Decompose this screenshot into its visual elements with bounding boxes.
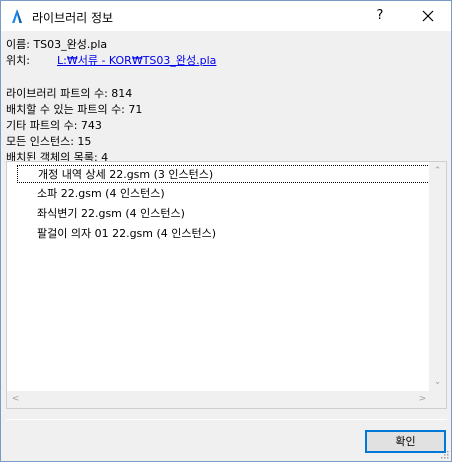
- window-title: 라이브러리 정보: [32, 11, 114, 25]
- scroll-up-icon[interactable]: ⌃: [429, 166, 446, 176]
- divider: [6, 419, 447, 420]
- library-name: 이름: TS03_완성.pla: [6, 38, 108, 51]
- library-parts-count: 라이브러리 파트의 수: 814: [6, 87, 133, 100]
- placed-objects-list[interactable]: 개정 내역 상세 22.gsm (3 인스턴스) 소파 22.gsm (4 인스…: [6, 161, 447, 409]
- scroll-left-icon[interactable]: <: [7, 394, 24, 404]
- list-item[interactable]: 개정 내역 상세 22.gsm (3 인스턴스): [17, 165, 432, 183]
- ok-button[interactable]: 확인: [365, 430, 446, 453]
- close-icon[interactable]: [413, 4, 443, 28]
- list-item[interactable]: 소파 22.gsm (4 인스턴스): [17, 185, 165, 203]
- title-bar: 라이브러리 정보 ?: [1, 1, 451, 31]
- vertical-scrollbar[interactable]: ⌃ ⌄: [429, 162, 446, 391]
- location-link[interactable]: L:₩서류 - KOR₩TS03_완성.pla: [57, 52, 216, 68]
- help-button[interactable]: ?: [369, 7, 391, 25]
- list-item[interactable]: 팔걸이 의자 01 22.gsm (4 인스턴스): [17, 225, 216, 243]
- all-instances-count: 모든 인스턴스: 15: [6, 135, 92, 148]
- placeable-parts-count: 배치할 수 있는 파트의 수: 71: [6, 103, 143, 116]
- scrollbar-corner: [429, 391, 446, 408]
- location-label: 위치:: [6, 54, 30, 67]
- scroll-down-icon[interactable]: ⌄: [429, 377, 446, 387]
- list-item[interactable]: 좌식변기 22.gsm (4 인스턴스): [17, 205, 185, 223]
- resize-grip-icon[interactable]: [439, 449, 449, 459]
- other-parts-count: 기타 파트의 수: 743: [6, 119, 102, 132]
- horizontal-scrollbar[interactable]: < >: [7, 391, 431, 408]
- library-info-dialog: 라이브러리 정보 ? 이름: TS03_완성.pla 위치: L:₩서류 - K…: [0, 0, 452, 462]
- archicad-icon: [12, 9, 22, 23]
